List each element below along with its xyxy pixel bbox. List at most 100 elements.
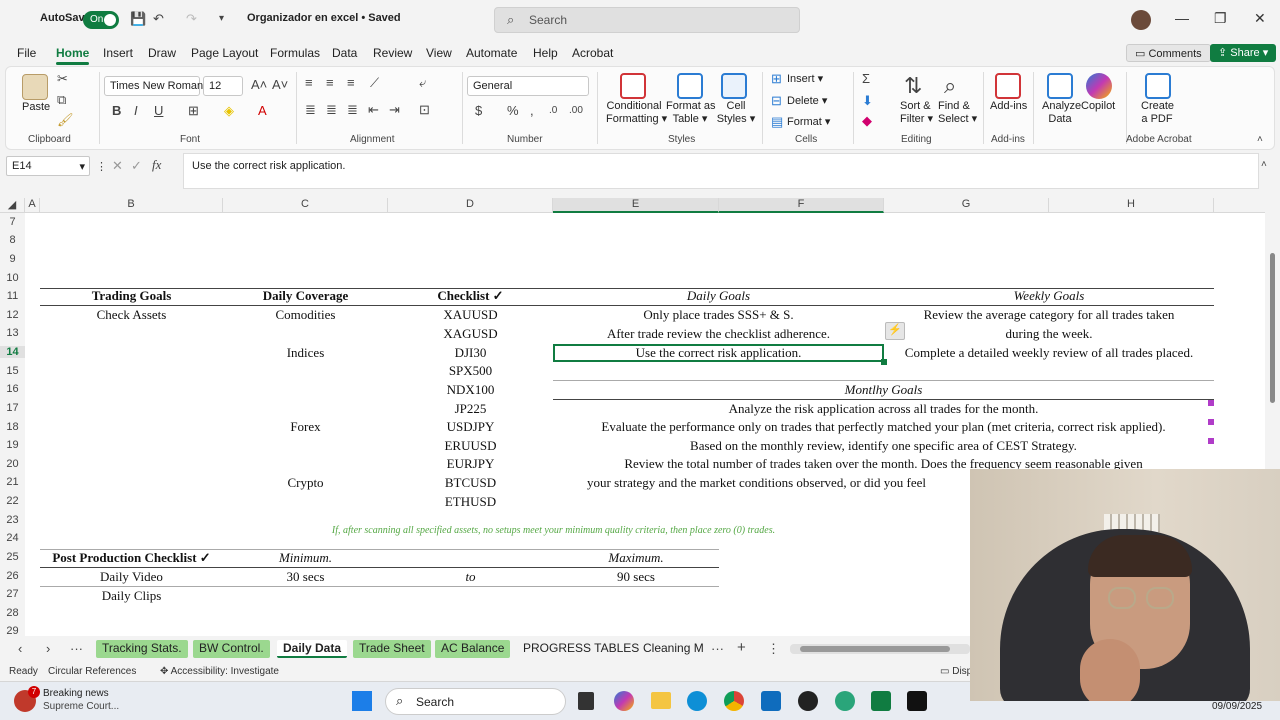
menu-data[interactable]: Data: [332, 46, 357, 60]
menu-home[interactable]: Home: [56, 46, 90, 65]
header-trading-goals[interactable]: Trading Goals: [40, 287, 223, 305]
monthly-goal-cell[interactable]: Evaluate the performance only on trades …: [553, 418, 1214, 436]
align-right-icon[interactable]: ≣: [347, 103, 358, 117]
outlook-icon[interactable]: [761, 691, 781, 711]
underline-icon[interactable]: U: [154, 104, 163, 118]
paste-button[interactable]: Paste: [22, 101, 50, 114]
delete-cells-icon[interactable]: ⊟: [771, 94, 782, 108]
weekly-goal-cell[interactable]: Complete a detailed weekly review of all…: [884, 344, 1214, 362]
percent-icon[interactable]: %: [507, 104, 519, 118]
align-top-icon[interactable]: ≡: [305, 76, 313, 90]
note-zero-trades[interactable]: If, after scanning all specified assets,…: [223, 522, 884, 540]
conditional-formatting-button[interactable]: ConditionalFormatting ▾: [606, 100, 667, 126]
task-view-icon[interactable]: [578, 692, 594, 710]
max-value[interactable]: 90 secs: [553, 568, 719, 586]
header-minimum[interactable]: Minimum.: [223, 549, 388, 567]
format-cells-icon[interactable]: ▤: [771, 115, 783, 129]
weekly-goal-cell[interactable]: during the week.: [884, 325, 1214, 343]
comma-icon[interactable]: ,: [530, 104, 534, 118]
asset-cell[interactable]: USDJPY: [388, 418, 553, 436]
enter-icon[interactable]: ✓: [131, 159, 142, 173]
create-pdf-icon[interactable]: [1145, 73, 1171, 99]
col-f[interactable]: F: [719, 198, 884, 213]
orientation-icon[interactable]: ⟋: [370, 76, 379, 90]
fill-icon[interactable]: ⬇: [862, 94, 873, 108]
row-header[interactable]: 14: [0, 346, 25, 358]
sort-filter-button[interactable]: Sort & Filter ▾: [900, 100, 933, 126]
row-header[interactable]: 11: [0, 290, 25, 302]
asset-cell[interactable]: XAUUSD: [388, 306, 553, 324]
min-value[interactable]: 30 secs: [223, 568, 388, 586]
tab-trade-sheet[interactable]: Trade Sheet: [353, 640, 431, 658]
increase-font-icon[interactable]: A˄: [251, 78, 267, 92]
redo-icon[interactable]: ↷: [186, 12, 197, 26]
app-icon[interactable]: [835, 691, 855, 711]
status-circular-references[interactable]: Circular References: [48, 666, 136, 677]
to-label[interactable]: to: [388, 568, 553, 586]
col-g[interactable]: G: [884, 198, 1049, 213]
customize-toolbar-icon[interactable]: ▾: [219, 12, 224, 26]
tab-cleaning[interactable]: Cleaning M: [637, 640, 710, 658]
close-icon[interactable]: ✕: [1254, 10, 1266, 27]
row-header[interactable]: 26: [0, 570, 25, 582]
header-maximum[interactable]: Maximum.: [553, 549, 719, 567]
excel-icon[interactable]: [871, 691, 891, 711]
menu-file[interactable]: File: [17, 46, 36, 60]
coverage-indices[interactable]: Indices: [223, 344, 388, 362]
windows-start-icon[interactable]: [352, 691, 372, 711]
asset-cell[interactable]: XAGUSD: [388, 325, 553, 343]
add-sheet-icon[interactable]: +: [737, 640, 746, 655]
menu-review[interactable]: Review: [373, 46, 412, 60]
copy-icon[interactable]: ⧉: [57, 93, 66, 107]
comment-indicator[interactable]: [1208, 419, 1214, 425]
row-header[interactable]: 17: [0, 402, 25, 414]
fill-color-icon[interactable]: ◈: [224, 104, 234, 118]
row-header[interactable]: 13: [0, 327, 25, 339]
add-ins-icon[interactable]: [995, 73, 1021, 99]
daily-goal-cell[interactable]: Only place trades SSS+ & S.: [553, 306, 884, 324]
copilot-app-icon[interactable]: [614, 691, 634, 711]
cell-styles-button[interactable]: Cell Styles ▾: [716, 100, 756, 126]
asset-cell[interactable]: ERUUSD: [388, 437, 553, 455]
more-tabs-icon[interactable]: ···: [711, 642, 724, 656]
taskbar-search[interactable]: ⌕ Search: [385, 688, 566, 715]
cut-icon[interactable]: ✂: [57, 72, 68, 86]
row-header[interactable]: 18: [0, 421, 25, 433]
daily-goal-cell[interactable]: After trade review the checklist adheren…: [553, 325, 884, 343]
scrollbar-thumb[interactable]: [800, 646, 950, 652]
edge-icon[interactable]: [687, 691, 707, 711]
app-icon[interactable]: [798, 691, 818, 711]
daily-video[interactable]: Daily Video: [40, 568, 223, 586]
weekly-goal-cell[interactable]: Review the average category for all trad…: [884, 306, 1214, 324]
row-header[interactable]: 20: [0, 458, 25, 470]
tab-progress-tables[interactable]: PROGRESS TABLES: [517, 640, 645, 658]
format-painter-icon[interactable]: 🖌: [57, 113, 74, 127]
add-ins-button[interactable]: Add-ins: [990, 100, 1027, 113]
decrease-font-icon[interactable]: A˅: [272, 78, 288, 92]
col-a[interactable]: A: [25, 198, 40, 213]
row-header[interactable]: 10: [0, 272, 25, 284]
autosum-icon[interactable]: Σ: [862, 72, 870, 86]
share-button[interactable]: ⇪ Share ▾: [1210, 44, 1277, 62]
currency-icon[interactable]: $: [475, 104, 482, 118]
row-header[interactable]: 16: [0, 383, 25, 395]
tab-ac-balance[interactable]: AC Balance: [435, 640, 511, 658]
minimize-icon[interactable]: —: [1175, 10, 1189, 26]
select-all[interactable]: ◢: [0, 198, 25, 213]
conditional-formatting-icon[interactable]: [620, 73, 646, 99]
row-header[interactable]: 24: [0, 532, 25, 544]
menu-view[interactable]: View: [426, 46, 452, 60]
row-header[interactable]: 9: [0, 253, 25, 265]
col-h[interactable]: H: [1049, 198, 1214, 213]
comments-button[interactable]: ▭ Comments: [1126, 44, 1211, 62]
align-bottom-icon[interactable]: ≡: [347, 76, 355, 90]
analyze-data-button[interactable]: Analyze Data: [1042, 100, 1081, 126]
increase-decimal-icon[interactable]: .0: [549, 104, 557, 118]
delete-cells-button[interactable]: Delete ▾: [787, 95, 827, 108]
menu-help[interactable]: Help: [533, 46, 558, 60]
find-select-button[interactable]: Find & Select ▾: [938, 100, 977, 126]
row-header[interactable]: 23: [0, 514, 25, 526]
bold-icon[interactable]: B: [112, 104, 121, 118]
menu-page-layout[interactable]: Page Layout: [191, 46, 258, 60]
asset-cell[interactable]: SPX500: [388, 362, 553, 380]
